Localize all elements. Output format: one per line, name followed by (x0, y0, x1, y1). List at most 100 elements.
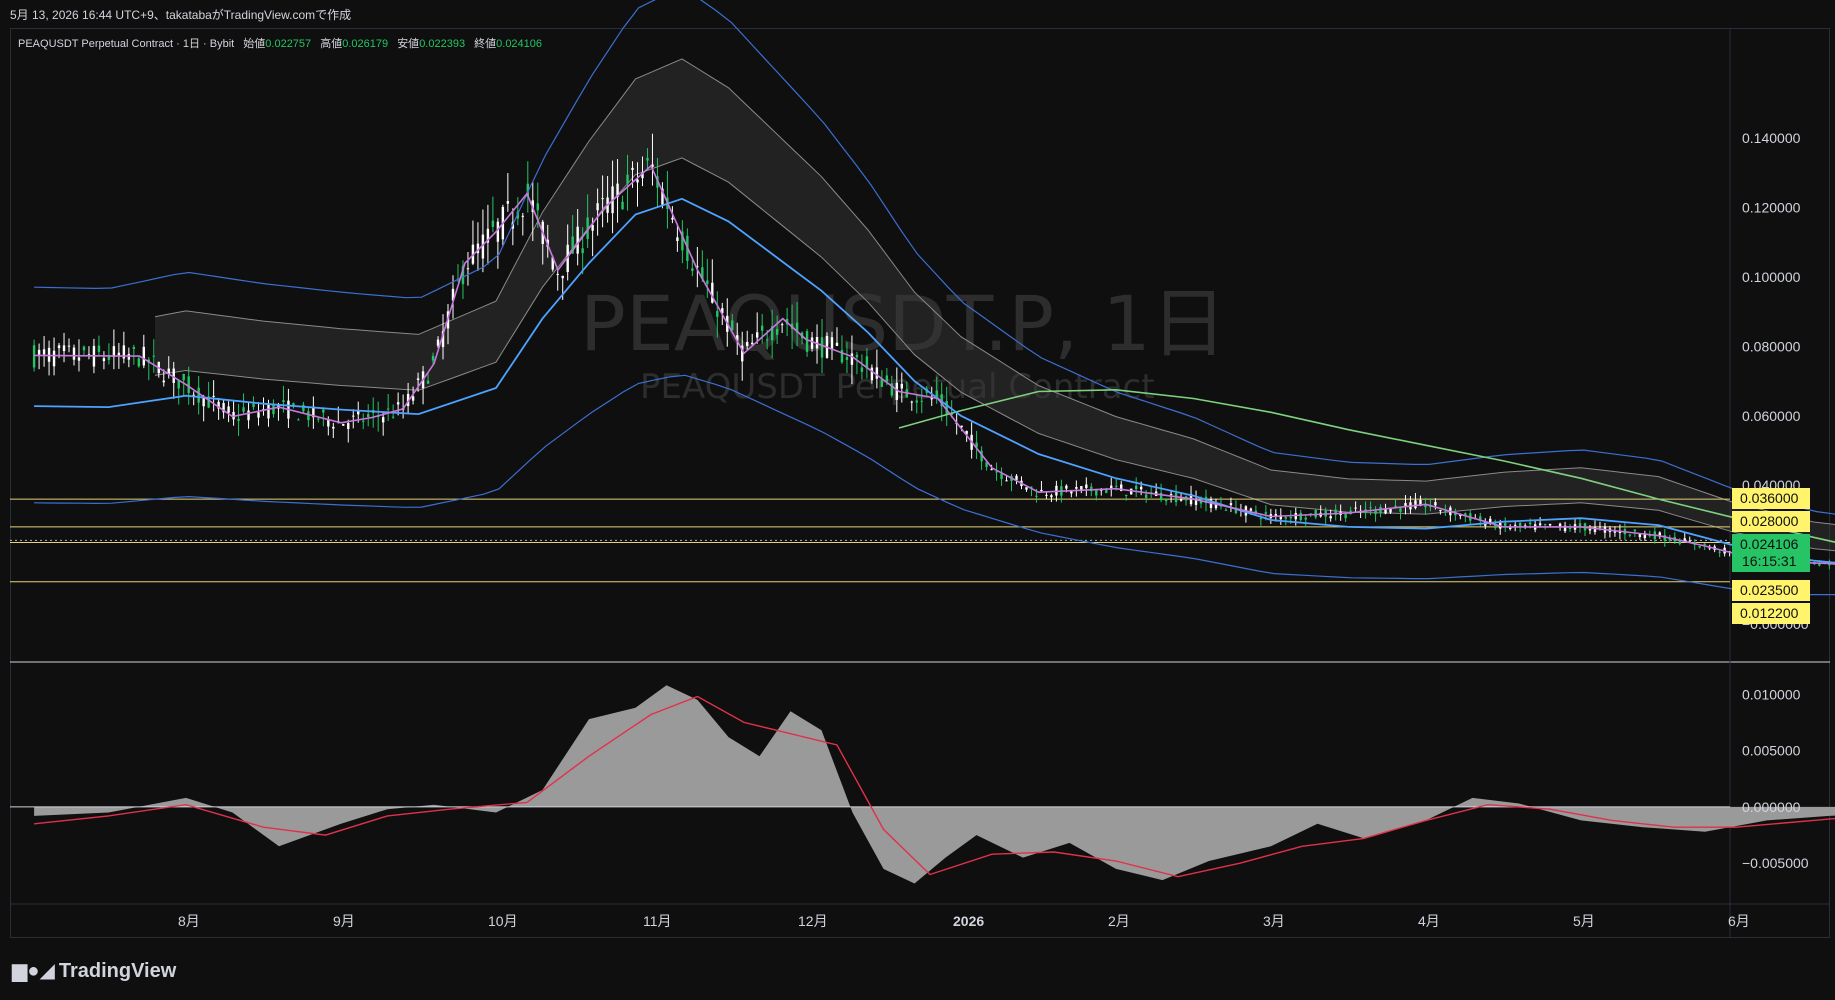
candle-body (1045, 494, 1048, 496)
candle-body (1025, 487, 1028, 490)
candle-body (1369, 507, 1372, 509)
time-axis-tick: 10月 (488, 913, 518, 929)
candle-body (97, 345, 101, 352)
candle-body (1005, 480, 1008, 482)
candle-body (860, 367, 864, 372)
candle-body (780, 324, 784, 326)
candle-body (875, 367, 879, 379)
candle-body (197, 387, 200, 403)
candle-body (466, 268, 470, 270)
candle-body (706, 280, 709, 284)
candle-body (242, 407, 245, 412)
time-axis-tick: 11月 (643, 913, 672, 929)
time-axis-tick: 2月 (1108, 913, 1130, 929)
candle-body (1329, 516, 1332, 519)
price-chart[interactable]: PEAQUSDT.P, 1日 PEAQUSDT Perpetual Contra… (0, 0, 1835, 1000)
candle-body (731, 320, 734, 331)
candle-body (506, 201, 510, 204)
candle-body (1628, 534, 1632, 536)
candle-body (536, 203, 539, 211)
candle-body (1289, 516, 1292, 519)
candle-body (347, 423, 350, 429)
brand[interactable]: ▆●◢ TradingView (12, 958, 176, 983)
legend-close-label: 終値 (474, 38, 497, 50)
time-axis-tick: 5月 (1573, 913, 1595, 929)
candle-body (1543, 524, 1547, 526)
time-axis-tick: 8月 (178, 913, 200, 929)
candle-body (581, 248, 584, 254)
candle-body (1389, 508, 1392, 513)
candle-body (1718, 551, 1721, 553)
candle-body (716, 310, 719, 317)
candle-body (381, 417, 385, 423)
candle-body (885, 375, 889, 382)
candle-body (910, 401, 913, 403)
candle-body (1434, 502, 1437, 506)
candle-body (1513, 524, 1517, 526)
candle-body (1304, 517, 1307, 520)
candle-body (1110, 485, 1113, 489)
candle-body (72, 347, 76, 360)
candle-body (212, 395, 215, 397)
candle-body (855, 354, 859, 358)
candle-body (830, 337, 834, 350)
level-tag-label: 0.028000 (1740, 513, 1799, 529)
candle-body (227, 406, 230, 413)
candle-body (1509, 527, 1512, 530)
candle-body (601, 198, 604, 200)
candle-body (82, 346, 86, 351)
candle-body (880, 379, 884, 387)
time-axis-tick: 4月 (1418, 913, 1440, 929)
candle-body (1144, 494, 1148, 498)
candle-body (810, 337, 814, 349)
candle-body (352, 415, 355, 417)
price-axis-tick: 0.120000 (1742, 200, 1801, 216)
candle-body (252, 403, 255, 408)
candle-body (835, 342, 839, 346)
candle-body (1115, 485, 1118, 487)
tradingview-logo-icon: ▆●◢ (12, 960, 55, 982)
candle-body (1414, 500, 1417, 509)
oscillator-axis-tick: 0.010000 (1742, 686, 1801, 702)
candle-body (1164, 498, 1168, 502)
candle-body (102, 358, 106, 362)
candle-body (1698, 546, 1701, 548)
candle-body (920, 400, 923, 402)
legend-low: 0.022393 (419, 38, 466, 50)
legend-symbol[interactable]: PEAQUSDT Perpetual Contract · 1日 · Bybit (18, 38, 234, 50)
candle-body (62, 345, 66, 352)
candle-body (1588, 528, 1592, 531)
candle-body (332, 426, 335, 429)
time-axis-tick: 12月 (798, 913, 828, 929)
candle-body (137, 358, 141, 367)
candle-body (67, 345, 71, 347)
level-tag-label: 0.036000 (1740, 490, 1799, 506)
legend-open-label: 始値 (243, 38, 266, 50)
candle-body (1065, 485, 1068, 489)
candle-body (152, 355, 155, 357)
candle-body (1080, 486, 1083, 490)
candle-body (431, 355, 435, 361)
candle-body (322, 409, 325, 413)
candle-body (77, 357, 81, 361)
candle-body (556, 273, 559, 275)
price-axis-tick: 0.140000 (1742, 130, 1801, 146)
candle-body (247, 410, 250, 421)
candle-body (132, 346, 136, 349)
candle-body (765, 339, 769, 341)
candle-body (820, 337, 824, 358)
candle-body (1259, 518, 1263, 520)
candle-body (760, 325, 764, 331)
candle-body (1224, 509, 1228, 511)
candle-body (142, 346, 146, 366)
candle-body (282, 400, 285, 402)
candle-body (561, 275, 564, 279)
candle-body (237, 418, 240, 421)
brand-name: TradingView (58, 960, 177, 982)
time-axis-tick: 3月 (1263, 913, 1285, 929)
candle-body (805, 331, 809, 352)
candle-body (162, 380, 165, 383)
candle-body (1139, 486, 1143, 490)
candle-body (1504, 523, 1507, 526)
candle-body (416, 378, 420, 381)
